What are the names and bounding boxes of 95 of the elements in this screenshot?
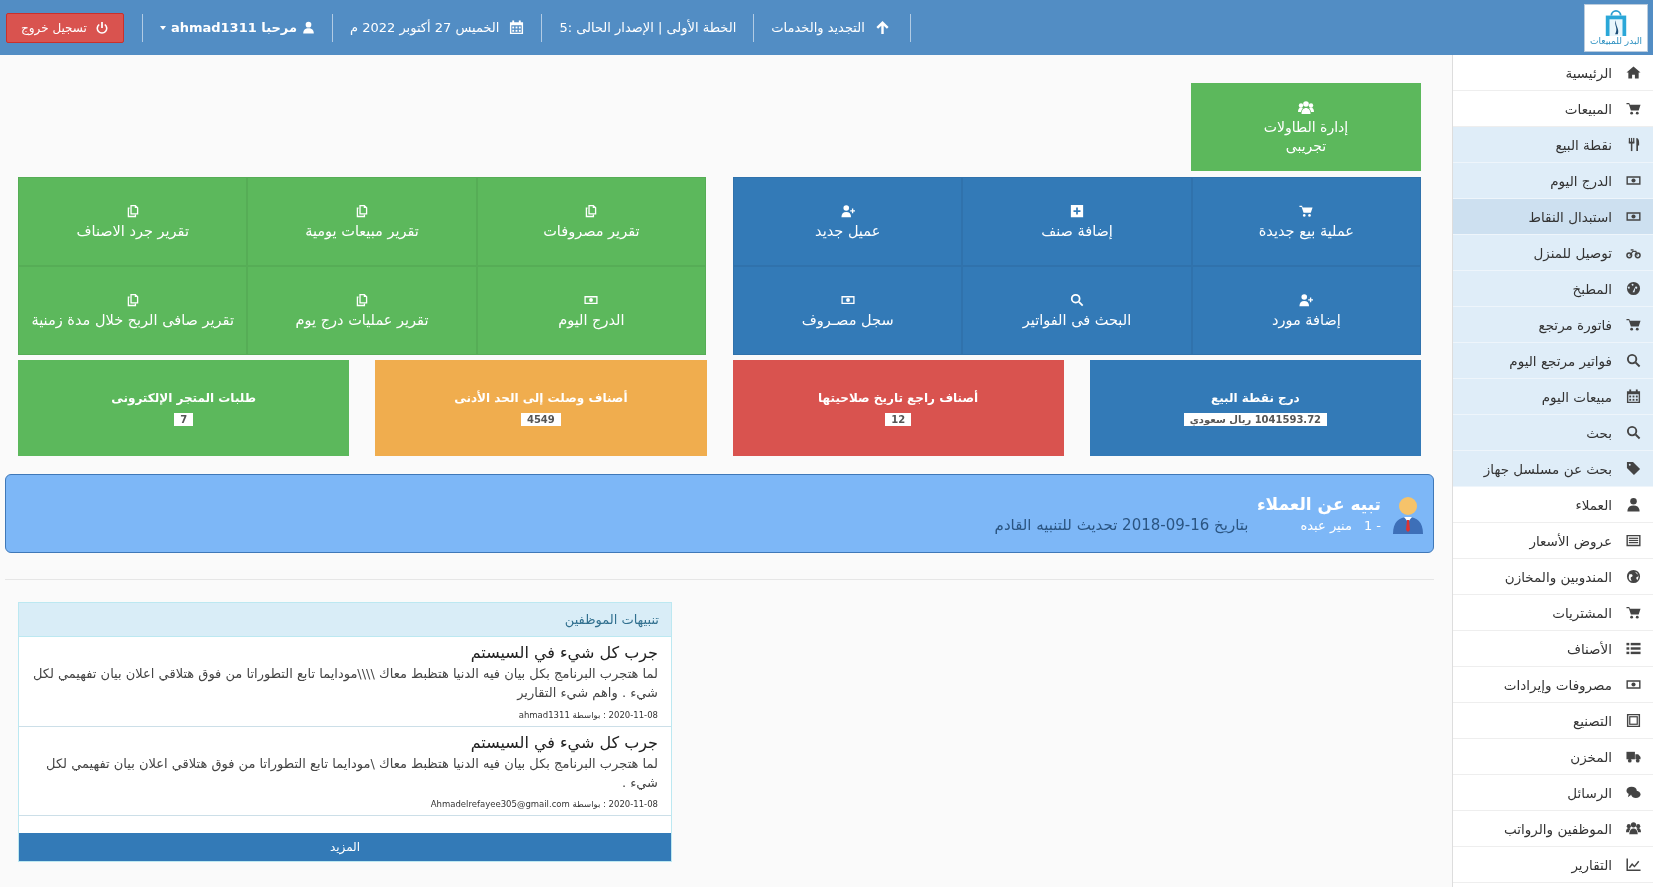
sidebar-item[interactable]: المندوبين والمخازن: [1453, 559, 1653, 595]
list-icon: [1626, 641, 1641, 656]
shortcut-tile[interactable]: إضافة مورد: [1191, 266, 1421, 355]
stat-title: طلبات المتجر الإلكترونى: [111, 390, 256, 405]
nav-link[interactable]: الخطة الأولى | الإصدار الحالى :5: [542, 13, 755, 42]
sidebar-item[interactable]: المطبخ: [1453, 271, 1653, 307]
sidebar-item[interactable]: توصيل للمنزل: [1453, 235, 1653, 271]
gauge-icon: [1626, 281, 1641, 296]
banknote-icon: [1626, 173, 1641, 188]
user-plus-icon: [840, 204, 855, 218]
alert-message: بتاريخ 16-09-2018 تحديث للتنبيه القادم: [994, 515, 1249, 534]
list-card-icon: [1626, 533, 1641, 548]
sidebar-item[interactable]: الموظفين والرواتب: [1453, 811, 1653, 847]
chart-icon: [1626, 857, 1641, 872]
search-icon: [1070, 293, 1084, 307]
sidebar-item[interactable]: نقطة البيع: [1453, 127, 1653, 163]
power-icon: [94, 20, 109, 35]
search-icon: [1626, 353, 1641, 368]
shortcut-tile[interactable]: سجل مصـروف: [733, 266, 963, 355]
sidebar-item[interactable]: استبدال النقاط: [1453, 199, 1653, 235]
cart-icon: [1626, 317, 1641, 332]
notice-title: جرب كل شيء في السيستم: [469, 732, 658, 752]
globe-icon: [1626, 569, 1641, 584]
panel-title: تنبيهات الموظفين: [19, 603, 671, 637]
sidebar-item[interactable]: الأصناف: [1453, 631, 1653, 667]
shortcut-tile[interactable]: إضافة صنف: [962, 177, 1192, 266]
frame-icon: [1626, 713, 1641, 728]
arrow-up-icon: [874, 20, 890, 35]
count-badge: 12: [885, 412, 912, 426]
more-button[interactable]: المزيد: [19, 833, 671, 862]
stat-title: أصناف وصلت إلى الحد الأدنى: [454, 390, 628, 405]
shortcut-tile[interactable]: عميل جديد: [733, 177, 963, 266]
stat-tile[interactable]: درج نقطة البيع 1041593.72 ريال سعودي: [1089, 360, 1421, 456]
stat-title: درج نقطة البيع: [1211, 390, 1300, 405]
notice-text: لما هتجرب البرنامج بكل بيان فيه الدنيا هتظبط معاك \\\\مودايما تابع التطوراتا من فوق هتلاقي اعلان بيان تفهيمي لكل شيء . واهم شيء التقارير: [32, 665, 658, 703]
sidebar-item[interactable]: مبيعات اليوم: [1453, 379, 1653, 415]
stat-title: أصناف راجع تاريخ صلاحيتها: [818, 390, 979, 405]
alert-number: - 1: [1363, 517, 1381, 533]
sidebar-item[interactable]: الدرج اليوم: [1453, 163, 1653, 199]
count-badge: 7: [174, 412, 194, 426]
count-badge: 1041593.72 ريال سعودي: [1183, 412, 1328, 426]
notice-title: جرب كل شيء في السيستم: [469, 643, 658, 662]
sidebar-item[interactable]: فواتير مرتجع اليوم: [1453, 343, 1653, 379]
chat-icon: [1626, 785, 1641, 800]
users-icon: [1298, 100, 1314, 116]
nav-link[interactable]: التجديد والخدمات: [754, 13, 911, 42]
nav-link[interactable]: الخميس 27 أكتوبر 2022 م: [332, 13, 543, 42]
copy-icon: [125, 293, 140, 307]
sidebar-item[interactable]: الرسائل: [1453, 775, 1653, 811]
notice-meta: 2020-11-08 : بواسطة ahmad1311: [517, 709, 658, 720]
sidebar-item[interactable]: فاتورة مرتجع: [1453, 307, 1653, 343]
sidebar-item[interactable]: التصنيع: [1453, 703, 1653, 739]
banknote-icon: [584, 293, 599, 307]
user-plus-icon: [1299, 293, 1314, 307]
tag-icon: [1626, 461, 1641, 476]
caret-icon: [159, 25, 166, 30]
count-badge: 4549: [520, 412, 561, 426]
sidebar-item[interactable]: بحث: [1453, 415, 1653, 451]
banknote-icon: [1626, 677, 1641, 692]
customer-name: منير عبده: [1300, 517, 1352, 533]
banknote-icon: [840, 293, 855, 307]
users-icon: [1626, 821, 1641, 836]
truck-icon: [1626, 749, 1641, 764]
logout-button[interactable]: تسجيل خروج: [6, 12, 124, 43]
user-icon: [301, 21, 315, 34]
cart-icon: [1626, 605, 1641, 620]
cart-icon: [1299, 204, 1314, 218]
logo-text: البدر للمبيعات: [1590, 36, 1642, 47]
copy-icon: [125, 204, 140, 218]
calendar-icon: [1626, 389, 1641, 404]
sidebar-item[interactable]: التقارير: [1453, 847, 1653, 883]
bag-icon: [1603, 8, 1629, 37]
sidebar-item[interactable]: مصروفات وإيرادات: [1453, 667, 1653, 703]
cutlery-icon: [1626, 137, 1641, 152]
sidebar-item[interactable]: عروض الأسعار: [1453, 523, 1653, 559]
sidebar-item[interactable]: العملاء: [1453, 487, 1653, 523]
notice-meta: 2020-11-08 : بواسطة Ahmadelrefayee305@gmail.com: [429, 799, 658, 810]
sidebar-item[interactable]: المخزن: [1453, 739, 1653, 775]
notice-text: لما هتجرب البرنامج بكل بيان فيه الدنيا هتظبط معاك \مودايما تابع التطوراتا من فوق هتلاقي اعلان بيان تفهيمي لكل شيء .: [45, 754, 658, 792]
sidebar-item[interactable]: الرئيسية: [1453, 55, 1653, 91]
copy-icon: [584, 204, 599, 218]
calendar-icon: [509, 20, 525, 35]
copy-icon: [355, 204, 369, 218]
search-icon: [1626, 425, 1641, 440]
shortcut-tile[interactable]: البحث فى الفواتير: [962, 266, 1192, 355]
alert-title: تبيه عن العملاء: [1255, 493, 1381, 514]
copy-icon: [355, 293, 369, 307]
sidebar-item[interactable]: بحث عن مسلسل جهاز: [1453, 451, 1653, 487]
shortcut-tile[interactable]: عملية بيع جديدة: [1191, 177, 1421, 266]
sidebar-item[interactable]: المشتريات: [1453, 595, 1653, 631]
user-menu[interactable]: مرحبا ahmad1311: [141, 13, 333, 42]
home-icon: [1626, 65, 1641, 80]
banknote-icon: [1626, 209, 1641, 224]
user-icon: [1626, 497, 1641, 512]
cart-icon: [1626, 101, 1641, 116]
